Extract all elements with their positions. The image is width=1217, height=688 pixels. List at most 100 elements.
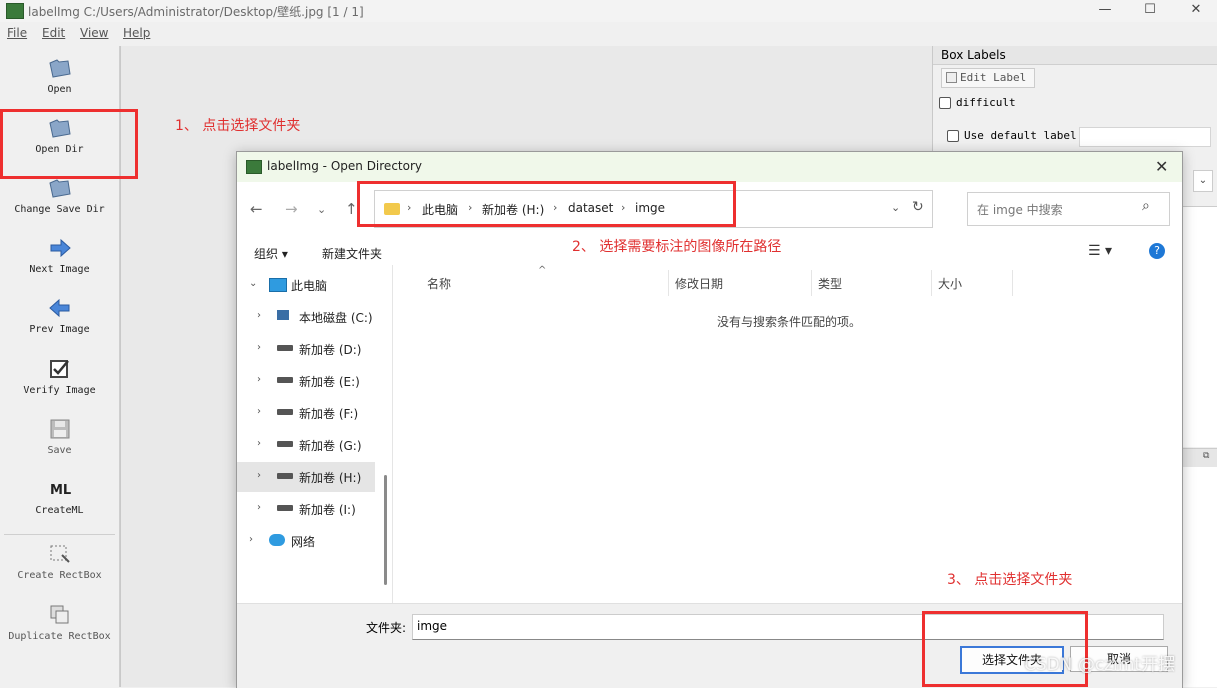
empty-message: 没有与搜索条件匹配的项。	[717, 315, 862, 329]
use-default-label-checkbox[interactable]: Use default label	[947, 129, 1077, 142]
column-separator[interactable]	[931, 270, 932, 296]
box-labels-title: Box Labels	[933, 46, 1217, 65]
pencil-icon	[946, 72, 957, 83]
save-label: Save	[47, 445, 72, 456]
minimize-button[interactable]: —	[1082, 0, 1128, 22]
tree-label: 新加卷 (I:)	[299, 503, 356, 517]
arrow-left-icon	[48, 298, 69, 318]
chevron-right-icon[interactable]: ›	[257, 438, 261, 449]
sort-up-icon: ^	[538, 265, 547, 276]
organize-menu[interactable]: 组织 ▾	[254, 245, 288, 262]
verify-image-label: Verify Image	[23, 385, 96, 396]
organize-label: 组织	[254, 247, 279, 261]
maximize-button[interactable]: ☐	[1127, 0, 1173, 22]
chevron-right-icon[interactable]: ›	[257, 502, 261, 513]
recent-chevron-icon[interactable]: ⌄	[317, 203, 326, 216]
tree-item-drive-d[interactable]: › 新加卷 (D:)	[237, 334, 375, 364]
tree-label: 网络	[291, 535, 316, 549]
search-input[interactable]: 在 imge 中搜索	[977, 201, 1063, 218]
duplicate-rectbox-button[interactable]: Duplicate RectBox	[0, 603, 119, 642]
save-button[interactable]: Save	[0, 417, 119, 456]
menu-help[interactable]: Help	[123, 26, 150, 40]
forward-arrow-icon[interactable]: →	[285, 200, 298, 218]
column-separator[interactable]	[668, 270, 669, 296]
new-folder-button[interactable]: 新建文件夹	[322, 245, 382, 262]
difficult-checkbox[interactable]: difficult	[939, 96, 1016, 109]
use-default-checkbox-box[interactable]	[947, 130, 959, 142]
drive-icon	[277, 441, 293, 447]
checkbox-check-icon	[49, 360, 69, 378]
chevron-right-icon[interactable]: ›	[257, 470, 261, 481]
open-button[interactable]: Open	[0, 56, 119, 95]
chevron-right-icon[interactable]: ›	[257, 374, 261, 385]
search-icon[interactable]: ⌕	[1142, 198, 1150, 214]
change-save-dir-button[interactable]: Change Save Dir	[0, 176, 119, 215]
change-save-dir-label: Change Save Dir	[14, 204, 105, 215]
drive-icon	[277, 505, 293, 511]
tree-item-drive-i[interactable]: › 新加卷 (I:)	[237, 494, 375, 524]
highlight-address-bar	[357, 181, 736, 227]
close-button[interactable]: ✕	[1173, 0, 1217, 22]
edit-label-text: Edit Label	[960, 71, 1027, 84]
address-dropdown-icon[interactable]: ⌄	[891, 201, 900, 214]
app-icon	[246, 160, 262, 174]
tree-item-drive-g[interactable]: › 新加卷 (G:)	[237, 430, 375, 460]
edit-label-button[interactable]: Edit Label	[941, 68, 1035, 88]
menu-bar: File Edit View Help	[0, 24, 1217, 44]
nav-scrollbar[interactable]	[384, 475, 387, 585]
refresh-icon[interactable]: ↻	[912, 199, 924, 215]
view-options-icon[interactable]: ☰ ▾	[1088, 243, 1112, 259]
float-icon[interactable]: ⧉	[1203, 451, 1209, 461]
menu-file[interactable]: File	[7, 26, 27, 40]
column-name[interactable]: 名称	[427, 275, 451, 292]
difficult-label: difficult	[956, 96, 1016, 109]
tree-item-drive-e[interactable]: › 新加卷 (E:)	[237, 366, 375, 396]
tree-item-this-pc[interactable]: ⌄ 此电脑	[237, 270, 375, 300]
tree-item-drive-h[interactable]: › 新加卷 (H:)	[237, 462, 375, 492]
chevron-right-icon[interactable]: ›	[257, 406, 261, 417]
window-title: labelImg C:/Users/Administrator/Desktop/…	[28, 5, 364, 19]
tree-item-drive-f[interactable]: › 新加卷 (F:)	[237, 398, 375, 428]
column-size[interactable]: 大小	[938, 275, 962, 292]
createml-button[interactable]: ML CreateML	[0, 477, 119, 516]
next-image-button[interactable]: Next Image	[0, 236, 119, 275]
open-directory-dialog: labelImg - Open Directory ✕ ← → ⌄ ↑ › 此电…	[236, 151, 1183, 688]
navigation-pane: ⌄ 此电脑 › 本地磁盘 (C:) › 新加卷 (D:) › 新加卷 (E:) …	[237, 265, 389, 603]
chevron-down-icon[interactable]: ⌄	[1193, 170, 1213, 192]
tree-item-drive-c[interactable]: › 本地磁盘 (C:)	[237, 302, 375, 332]
chevron-right-icon[interactable]: ›	[257, 310, 261, 321]
chevron-right-icon[interactable]: ›	[257, 342, 261, 353]
title-bar: labelImg C:/Users/Administrator/Desktop/…	[0, 0, 1217, 22]
difficult-checkbox-box[interactable]	[939, 97, 951, 109]
annotation-step-3: 3、 点击选择文件夹	[947, 572, 1073, 588]
rectangle-select-icon	[50, 545, 70, 563]
menu-view[interactable]: View	[80, 26, 108, 40]
column-type[interactable]: 类型	[818, 275, 842, 292]
create-rectbox-button[interactable]: Create RectBox	[0, 542, 119, 581]
column-separator[interactable]	[811, 270, 812, 296]
tree-label: 此电脑	[291, 279, 328, 293]
tree-label: 新加卷 (H:)	[299, 471, 362, 485]
menu-edit[interactable]: Edit	[42, 26, 65, 40]
folder-icon	[48, 59, 71, 78]
chevron-down-icon[interactable]: ⌄	[249, 278, 257, 289]
tree-item-network[interactable]: › 网络	[237, 526, 375, 556]
help-icon[interactable]: ?	[1149, 243, 1165, 259]
prev-image-button[interactable]: Prev Image	[0, 296, 119, 335]
up-arrow-icon[interactable]: ↑	[345, 200, 358, 218]
drive-icon	[277, 377, 293, 383]
chevron-right-icon[interactable]: ›	[249, 534, 253, 545]
back-arrow-icon[interactable]: ←	[250, 200, 263, 218]
dialog-close-icon[interactable]: ✕	[1155, 157, 1168, 176]
file-list-pane: ^ 名称 修改日期 类型 大小 没有与搜索条件匹配的项。	[392, 265, 1168, 603]
default-label-input[interactable]	[1079, 127, 1211, 147]
create-rectbox-label: Create RectBox	[17, 570, 102, 581]
column-separator[interactable]	[1012, 270, 1013, 296]
annotation-step-2: 2、 选择需要标注的图像所在路径	[572, 239, 782, 255]
watermark: CSDN @czimt开摆	[1024, 655, 1176, 675]
tree-label: 新加卷 (F:)	[299, 407, 359, 421]
search-box[interactable]: 在 imge 中搜索 ⌕	[967, 192, 1170, 226]
verify-image-button[interactable]: Verify Image	[0, 357, 119, 396]
column-modified[interactable]: 修改日期	[675, 275, 723, 292]
annotation-step-1: 1、 点击选择文件夹	[175, 118, 301, 134]
